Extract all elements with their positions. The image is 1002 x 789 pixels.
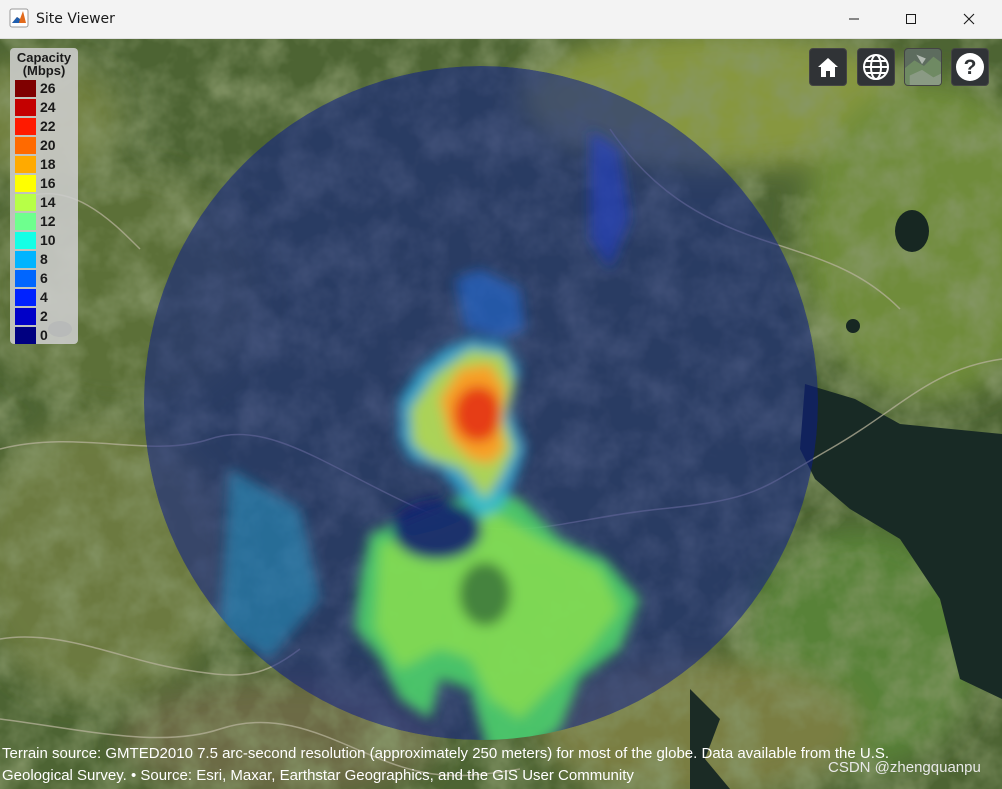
help-button[interactable]: ?: [951, 48, 989, 86]
legend-swatch: [15, 175, 36, 192]
legend-title: Capacity (Mbps): [10, 51, 78, 77]
legend-swatch: [15, 251, 36, 268]
help-icon: ?: [956, 53, 984, 81]
legend-swatch: [15, 156, 36, 173]
legend-swatch: [15, 194, 36, 211]
basemap-picker-button[interactable]: [904, 48, 942, 86]
window-title: Site Viewer: [36, 11, 115, 27]
legend-label: 18: [40, 156, 56, 172]
home-icon: [818, 58, 838, 77]
map-view[interactable]: Capacity (Mbps) 26 24 22 20 18 16 14 12 10 8 6 4 2 0: [0, 39, 1002, 789]
svg-text:?: ?: [964, 56, 977, 79]
home-button[interactable]: [809, 48, 847, 86]
basemap-icon: [905, 49, 941, 85]
maximize-icon: [906, 14, 916, 24]
legend-label: 14: [40, 194, 56, 210]
site-viewer-window: Site Viewer Capacity (Mbps) 26 24 22 20 …: [0, 0, 1002, 789]
watermark: CSDN @zhengquanpu: [828, 759, 981, 776]
legend-swatch: [15, 118, 36, 135]
legend-swatch: [15, 308, 36, 325]
legend-title-line2: (Mbps): [22, 63, 66, 78]
legend-label: 26: [40, 80, 56, 96]
legend-label: 16: [40, 175, 56, 191]
legend-swatch: [15, 213, 36, 230]
legend-label: 0: [40, 327, 48, 343]
legend-label: 4: [40, 289, 48, 305]
legend-label: 6: [40, 270, 48, 286]
satellite-basemap[interactable]: [0, 39, 1002, 789]
legend-label: 12: [40, 213, 56, 229]
legend-swatch: [15, 80, 36, 97]
close-icon: [963, 13, 975, 25]
legend-swatch: [15, 327, 36, 344]
legend-swatch: [15, 99, 36, 116]
globe-icon: [863, 54, 889, 80]
close-button[interactable]: [946, 0, 992, 38]
legend-label: 20: [40, 137, 56, 153]
legend-swatch: [15, 137, 36, 154]
legend-label: 8: [40, 251, 48, 267]
capacity-legend: Capacity (Mbps) 26 24 22 20 18 16 14 12 10 8 6 4 2 0: [10, 48, 78, 344]
legend-swatch: [15, 289, 36, 306]
globe-button[interactable]: [857, 48, 895, 86]
maximize-button[interactable]: [888, 0, 934, 38]
legend-label: 10: [40, 232, 56, 248]
legend-label: 24: [40, 99, 56, 115]
legend-swatch: [15, 270, 36, 287]
minimize-icon: [849, 18, 859, 20]
matlab-app-icon: [9, 8, 29, 28]
legend-swatch: [15, 232, 36, 249]
title-bar[interactable]: Site Viewer: [0, 0, 1002, 39]
legend-label: 2: [40, 308, 48, 324]
minimize-button[interactable]: [831, 0, 877, 38]
legend-label: 22: [40, 118, 56, 134]
